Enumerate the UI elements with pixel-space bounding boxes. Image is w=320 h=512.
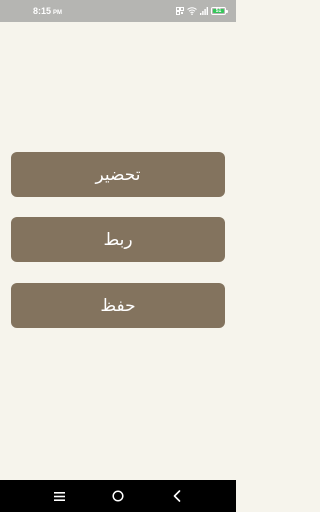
link-button-label: ربط [103, 229, 133, 250]
back-icon [173, 490, 181, 502]
home-icon [112, 490, 124, 502]
status-clock: 8:15 PM [33, 6, 62, 16]
prepare-button[interactable]: تحضير [11, 152, 225, 197]
recent-apps-icon [53, 491, 65, 501]
battery-level: 51 [215, 7, 222, 14]
signal-icon [200, 7, 208, 15]
main-content: تحضير ربط حفظ [0, 22, 236, 480]
save-button-label: حفظ [100, 295, 136, 316]
navigation-bar [0, 480, 236, 512]
home-button[interactable] [103, 481, 133, 511]
status-ampm: PM [53, 10, 63, 16]
back-button[interactable] [162, 481, 192, 511]
prepare-button-label: تحضير [95, 164, 141, 185]
qr-code-icon [176, 7, 184, 15]
battery-icon: 51 [211, 7, 228, 15]
recent-apps-button[interactable] [44, 481, 74, 511]
wifi-icon [187, 7, 197, 15]
status-time: 8:15 [33, 6, 52, 16]
save-button[interactable]: حفظ [11, 283, 225, 328]
status-icons: 51 [176, 7, 228, 15]
status-bar: 8:15 PM 51 [0, 0, 236, 22]
link-button[interactable]: ربط [11, 217, 225, 262]
